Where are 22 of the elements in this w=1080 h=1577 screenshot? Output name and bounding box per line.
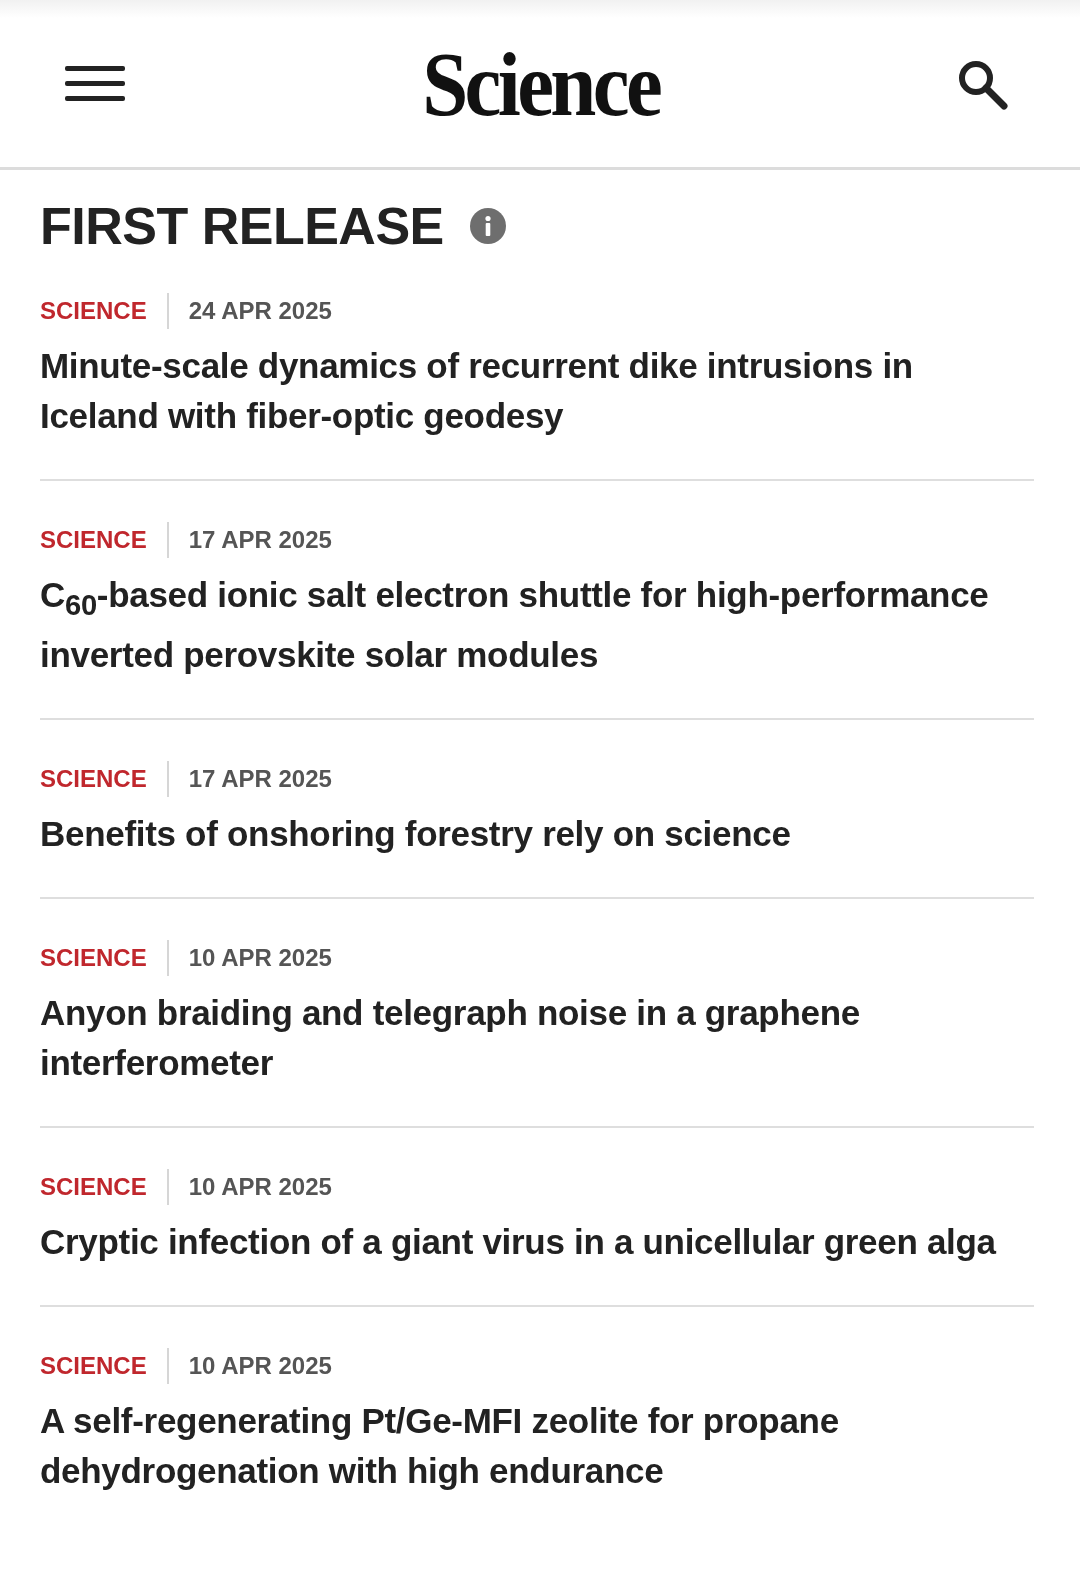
journal-label[interactable]: SCIENCE: [40, 765, 147, 793]
section-title: FIRST RELEASE: [40, 196, 444, 256]
info-icon[interactable]: [469, 208, 506, 244]
date-label: 17 APR 2025: [188, 526, 332, 554]
article-title[interactable]: C$_{60}$-based ionic salt electron shuttle for high-performance inverted perovskite solar modules: [40, 570, 1034, 680]
journal-label[interactable]: SCIENCE: [40, 944, 147, 972]
date-label: 24 APR 2025: [188, 297, 332, 325]
logo[interactable]: Science: [422, 37, 659, 130]
article-title[interactable]: A self-regenerating Pt/Ge-MFI zeolite for propane dehydrogenation with high endurance: [40, 1396, 1034, 1496]
article-title[interactable]: Minute-scale dynamics of recurrent dike intrusions in Iceland with fiber-optic geodesy: [40, 341, 1034, 441]
article-title[interactable]: Benefits of onshoring forestry rely on science: [40, 809, 1034, 859]
date-label: 10 APR 2025: [188, 1173, 332, 1201]
date-label: 17 APR 2025: [188, 765, 332, 793]
journal-label[interactable]: SCIENCE: [40, 1352, 147, 1380]
journal-label[interactable]: SCIENCE: [40, 526, 147, 554]
menu-icon[interactable]: [65, 63, 125, 104]
journal-label[interactable]: SCIENCE: [40, 1173, 147, 1201]
article-title[interactable]: Cryptic infection of a giant virus in a unicellular green alga: [40, 1217, 1034, 1267]
date-label: 10 APR 2025: [188, 1352, 332, 1380]
date-label: 10 APR 2025: [188, 944, 332, 972]
journal-label[interactable]: SCIENCE: [40, 297, 147, 325]
article-title[interactable]: Anyon braiding and telegraph noise in a graphene interferometer: [40, 988, 1034, 1088]
